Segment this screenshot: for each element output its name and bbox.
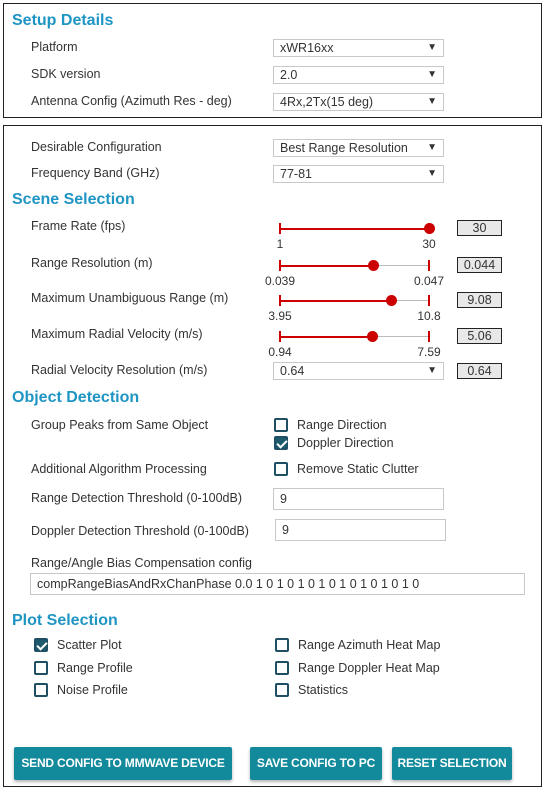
slider-label: Maximum Radial Velocity (m/s) [31, 327, 203, 341]
scene-title: Scene Selection [12, 191, 135, 208]
slider-min-label: 1 [276, 237, 284, 251]
range-thresh-input[interactable]: 9 [273, 488, 444, 510]
slider-handle[interactable] [386, 295, 398, 306]
slider-min-tick [279, 331, 281, 342]
antenna-select[interactable]: 4Rx,2Tx(15 deg) ▼ [273, 93, 444, 111]
slider-label: Frame Rate (fps) [31, 219, 126, 233]
slider-readout: 9.08 [457, 292, 502, 308]
slider-max-tick [428, 260, 430, 271]
slider-min-tick [279, 295, 281, 306]
slider-handle[interactable] [423, 223, 435, 234]
dropdown-arrow-icon: ▼ [427, 69, 437, 80]
sdk-value: 2.0 [280, 68, 298, 82]
doppler-thresh-label: Doppler Detection Threshold (0-100dB) [31, 524, 249, 538]
send-config-button[interactable]: SEND CONFIG TO MMWAVE DEVICE [14, 747, 232, 780]
plot-checkbox[interactable] [275, 638, 289, 652]
vel-res-readout: 0.64 [457, 363, 502, 379]
dropdown-arrow-icon: ▼ [427, 142, 437, 153]
slider-label: Range Resolution (m) [31, 256, 153, 270]
plot-checkbox[interactable] [34, 661, 48, 675]
band-label: Frequency Band (GHz) [31, 166, 160, 180]
doppler-direction-checkbox[interactable] [274, 436, 288, 450]
slider-readout: 0.044 [457, 257, 502, 273]
slider-fill [280, 264, 374, 267]
band-select[interactable]: 77-81 ▼ [273, 165, 444, 183]
vel-res-select[interactable]: 0.64 ▼ [273, 362, 444, 380]
slider-fill [280, 335, 373, 338]
static-clutter-label: Remove Static Clutter [297, 462, 419, 476]
slider-handle[interactable] [366, 331, 378, 342]
sdk-select[interactable]: 2.0 ▼ [273, 66, 444, 84]
object-title: Object Detection [12, 389, 140, 406]
reset-selection-button[interactable]: RESET SELECTION [392, 747, 512, 780]
vel-res-label: Radial Velocity Resolution (m/s) [31, 363, 208, 377]
plot-checkbox-label: Statistics [298, 683, 349, 697]
static-clutter-checkbox[interactable] [274, 462, 288, 476]
dropdown-arrow-icon: ▼ [427, 168, 437, 179]
slider-handle[interactable] [367, 260, 379, 271]
desirable-label: Desirable Configuration [31, 140, 162, 154]
plot-checkbox-label: Range Doppler Heat Map [298, 661, 440, 675]
slider-readout: 5.06 [457, 328, 502, 344]
plot-checkbox-label: Range Profile [57, 661, 133, 675]
plot-checkbox[interactable] [34, 683, 48, 697]
algo-label: Additional Algorithm Processing [31, 462, 207, 476]
slider-min-label: 3.95 [268, 309, 292, 323]
slider-readout: 30 [457, 220, 502, 236]
slider-max-label: 30 [422, 237, 436, 251]
plot-checkbox[interactable] [34, 638, 48, 652]
plot-checkbox-label: Noise Profile [57, 683, 128, 697]
dropdown-arrow-icon: ▼ [427, 365, 437, 376]
slider-max-tick [428, 295, 430, 306]
slider-min-label: 0.039 [264, 274, 296, 288]
platform-value: xWR16xx [280, 41, 334, 55]
dropdown-arrow-icon: ▼ [427, 42, 437, 53]
slider-min-tick [279, 223, 281, 234]
vel-res-value: 0.64 [280, 364, 305, 378]
range-direction-label: Range Direction [297, 418, 387, 432]
platform-select[interactable]: xWR16xx ▼ [273, 39, 444, 57]
plot-title: Plot Selection [12, 612, 118, 629]
antenna-value: 4Rx,2Tx(15 deg) [280, 95, 374, 109]
slider-min-tick [279, 260, 281, 271]
plot-checkbox-label: Scatter Plot [57, 638, 122, 652]
plot-checkbox-label: Range Azimuth Heat Map [298, 638, 441, 652]
group-peaks-label: Group Peaks from Same Object [31, 418, 209, 432]
save-config-button[interactable]: SAVE CONFIG TO PC [250, 747, 382, 780]
slider-fill [280, 299, 392, 302]
bias-input[interactable]: compRangeBiasAndRxChanPhase 0.0 1 0 1 0 … [30, 573, 525, 595]
platform-label: Platform [31, 40, 78, 54]
slider-max-label: 7.59 [417, 345, 441, 359]
slider-fill [280, 227, 429, 230]
dropdown-arrow-icon: ▼ [427, 96, 437, 107]
desirable-select[interactable]: Best Range Resolution ▼ [273, 139, 444, 157]
band-value: 77-81 [280, 167, 312, 181]
range-direction-checkbox[interactable] [274, 418, 288, 432]
setup-title: Setup Details [12, 12, 114, 29]
slider-label: Maximum Unambiguous Range (m) [31, 291, 229, 305]
plot-checkbox[interactable] [275, 661, 289, 675]
sdk-label: SDK version [31, 67, 101, 81]
bias-label: Range/Angle Bias Compensation config [31, 556, 252, 570]
antenna-label: Antenna Config (Azimuth Res - deg) [31, 94, 232, 108]
plot-checkbox[interactable] [275, 683, 289, 697]
doppler-direction-label: Doppler Direction [297, 436, 394, 450]
slider-min-label: 0.94 [268, 345, 292, 359]
slider-max-label: 10.8 [417, 309, 441, 323]
desirable-value: Best Range Resolution [280, 141, 408, 155]
doppler-thresh-input[interactable]: 9 [275, 519, 446, 541]
range-thresh-label: Range Detection Threshold (0-100dB) [31, 491, 243, 505]
slider-max-tick [428, 331, 430, 342]
slider-max-label: 0.047 [413, 274, 445, 288]
